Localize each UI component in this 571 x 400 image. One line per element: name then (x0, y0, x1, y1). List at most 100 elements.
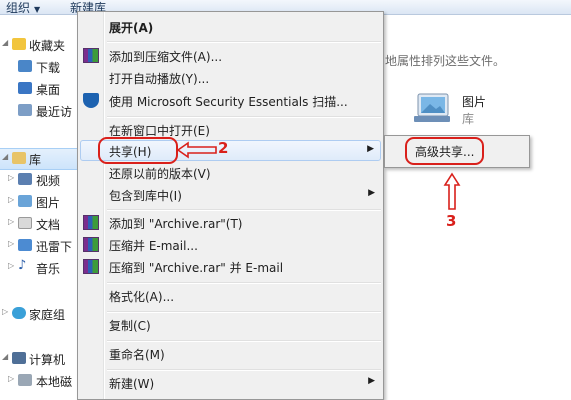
menu-item-label: 重命名(M) (109, 348, 165, 362)
shield-icon (83, 93, 99, 108)
nav-label: 本地磁 (36, 375, 73, 389)
step-2-number: 2 (218, 139, 229, 157)
menu-item-label: 打开自动播放(Y)... (109, 72, 210, 86)
library-name[interactable]: 图片 (462, 93, 486, 110)
menu-item-mse-scan[interactable]: 使用 Microsoft Security Essentials 扫描... (80, 90, 381, 111)
share-highlight-ring (98, 137, 178, 164)
arrange-hint-text: 地属性排列这些文件。 (385, 54, 506, 68)
nav-item-homegroup[interactable]: ▷ 家庭组 (0, 304, 77, 324)
menu-item-new[interactable]: 新建(W) ▶ (80, 372, 381, 393)
pictures-library-icon[interactable] (412, 90, 452, 126)
menu-separator (107, 311, 381, 313)
pictures-icon (18, 195, 32, 207)
menu-item-copy[interactable]: 复制(C) (80, 314, 381, 335)
nav-item-local-disk[interactable]: ▷ 本地磁 (0, 371, 77, 391)
collapse-arrow-icon[interactable]: ▷ (8, 217, 14, 226)
left-arrow-annotation-icon (176, 141, 217, 159)
expand-arrow-icon[interactable]: ◢ (2, 352, 8, 361)
nav-label: 图片 (36, 196, 61, 210)
nav-item-videos[interactable]: ▷ 视频 (0, 170, 77, 190)
organize-label: 组织 (6, 1, 31, 15)
nav-label: 音乐 (36, 262, 61, 276)
nav-item-music[interactable]: ▷ ♪ 音乐 (0, 258, 77, 278)
nav-item-downloads[interactable]: 下载 (0, 57, 77, 77)
navigation-pane: ◢ 收藏夹 下载 桌面 最近访 ◢ 库 ▷ 视频 ▷ 图片 ▷ 文档 ▷ 迅雷下 (0, 15, 78, 400)
menu-separator (107, 209, 381, 211)
nav-label: 桌面 (36, 83, 61, 97)
menu-item-include-in-library[interactable]: 包含到库中(I) ▶ (80, 184, 381, 205)
advanced-sharing-highlight-ring (405, 137, 484, 165)
nav-item-favorites[interactable]: ◢ 收藏夹 (0, 35, 77, 55)
expand-arrow-icon[interactable]: ◢ (2, 38, 8, 47)
homegroup-icon (12, 307, 26, 319)
menu-item-format[interactable]: 格式化(A)... (80, 285, 381, 306)
desktop-icon (18, 82, 32, 94)
disk-drive-icon (18, 374, 32, 386)
menu-item-restore-versions[interactable]: 还原以前的版本(V) (80, 162, 381, 183)
nav-item-desktop[interactable]: 桌面 (0, 79, 77, 99)
chevron-down-icon: ▼ (34, 5, 41, 14)
music-note-icon: ♪ (18, 258, 27, 273)
winrar-icon (83, 259, 99, 274)
library-type: 库 (462, 112, 475, 126)
nav-label: 最近访 (36, 105, 73, 119)
collapse-arrow-icon[interactable]: ▷ (8, 374, 14, 383)
expand-arrow-icon[interactable]: ◢ (2, 152, 8, 161)
menu-separator (107, 282, 381, 284)
menu-item-rename[interactable]: 重命名(M) (80, 343, 381, 364)
thunder-icon (18, 239, 32, 251)
collapse-arrow-icon[interactable]: ▷ (8, 173, 14, 182)
collapse-arrow-icon[interactable]: ▷ (2, 307, 8, 316)
nav-item-computer[interactable]: ◢ 计算机 (0, 349, 77, 369)
submenu-arrow-icon: ▶ (368, 188, 375, 198)
nav-label: 视频 (36, 174, 61, 188)
nav-label: 库 (29, 153, 42, 167)
menu-item-expand[interactable]: 展开(A) (80, 16, 381, 37)
context-menu: 展开(A) 添加到压缩文件(A)... 打开自动播放(Y)... 使用 Micr… (77, 11, 384, 400)
nav-item-recent[interactable]: 最近访 (0, 101, 77, 121)
up-arrow-annotation-icon (443, 172, 461, 210)
submenu-arrow-icon: ▶ (367, 144, 374, 154)
nav-label: 下载 (36, 61, 61, 75)
menu-item-label: 添加到压缩文件(A)... (109, 50, 223, 64)
menu-item-label: 格式化(A)... (109, 290, 175, 304)
computer-icon (12, 352, 26, 364)
nav-item-documents[interactable]: ▷ 文档 (0, 214, 77, 234)
nav-item-thunder[interactable]: ▷ 迅雷下 (0, 236, 77, 256)
menu-item-add-to-archive-rar[interactable]: 添加到 "Archive.rar"(T) (80, 212, 381, 233)
menu-item-label: 复制(C) (109, 319, 151, 333)
nav-label: 文档 (36, 218, 61, 232)
menu-item-label: 展开(A) (109, 21, 154, 35)
menu-item-label: 压缩到 "Archive.rar" 并 E-mail (109, 261, 284, 275)
library-icon (12, 152, 26, 164)
menu-separator (107, 369, 381, 371)
collapse-arrow-icon[interactable]: ▷ (8, 239, 14, 248)
menu-item-label: 压缩并 E-mail... (109, 239, 198, 253)
organize-button[interactable]: 组织 ▼ (6, 0, 40, 16)
nav-item-pictures[interactable]: ▷ 图片 (0, 192, 77, 212)
menu-item-label: 还原以前的版本(V) (109, 167, 211, 181)
winrar-icon (83, 237, 99, 252)
recent-places-icon (18, 104, 32, 116)
step-3-number: 3 (446, 212, 457, 230)
nav-label: 迅雷下 (36, 240, 73, 254)
download-folder-icon (18, 60, 32, 72)
menu-separator (107, 116, 381, 118)
menu-item-label: 添加到 "Archive.rar"(T) (109, 217, 243, 231)
menu-item-compress-email[interactable]: 压缩并 E-mail... (80, 234, 381, 255)
submenu-arrow-icon: ▶ (368, 376, 375, 386)
collapse-arrow-icon[interactable]: ▷ (8, 261, 14, 270)
video-icon (18, 173, 32, 185)
menu-item-add-to-archive[interactable]: 添加到压缩文件(A)... (80, 45, 381, 66)
menu-item-label: 使用 Microsoft Security Essentials 扫描... (109, 95, 348, 109)
menu-item-label: 包含到库中(I) (109, 189, 182, 203)
menu-item-label: 新建(W) (109, 377, 155, 391)
winrar-icon (83, 215, 99, 230)
menu-item-autoplay[interactable]: 打开自动播放(Y)... (80, 67, 381, 88)
collapse-arrow-icon[interactable]: ▷ (8, 195, 14, 204)
star-icon (12, 38, 26, 50)
nav-label: 计算机 (29, 353, 66, 367)
menu-item-compress-rar-email[interactable]: 压缩到 "Archive.rar" 并 E-mail (80, 256, 381, 277)
nav-item-libraries[interactable]: ◢ 库 (0, 148, 77, 170)
menu-separator (107, 340, 381, 342)
